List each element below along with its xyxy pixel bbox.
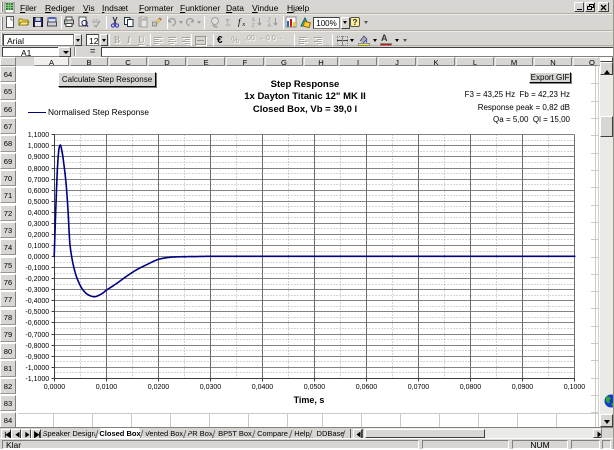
svg-text:0,0900: 0,0900 — [512, 384, 534, 391]
svg-text:-0,2000: -0,2000 — [25, 276, 49, 283]
svg-text:0,2000: 0,2000 — [28, 232, 50, 239]
svg-text:Time, s: Time, s — [294, 395, 325, 405]
svg-text:0,4000: 0,4000 — [28, 210, 50, 217]
svg-text:-0,6000: -0,6000 — [25, 320, 49, 327]
svg-text:0,8000: 0,8000 — [28, 166, 50, 173]
svg-text:0,0100: 0,0100 — [96, 384, 118, 391]
svg-text:0,0300: 0,0300 — [200, 384, 222, 391]
svg-text:0,0800: 0,0800 — [460, 384, 482, 391]
svg-text:0,0400: 0,0400 — [252, 384, 274, 391]
svg-text:1,0000: 1,0000 — [28, 143, 50, 150]
svg-text:0,5000: 0,5000 — [28, 199, 50, 206]
svg-text:0,0600: 0,0600 — [356, 384, 378, 391]
svg-text:0,0000: 0,0000 — [44, 384, 66, 391]
svg-text:-0,8000: -0,8000 — [25, 343, 49, 350]
svg-text:0,0700: 0,0700 — [408, 384, 430, 391]
svg-text:0,1000: 0,1000 — [28, 243, 50, 250]
svg-text:1,1000: 1,1000 — [28, 132, 50, 139]
svg-text:Σ: Σ — [226, 18, 231, 28]
svg-text:0,3000: 0,3000 — [28, 221, 50, 228]
svg-text:Z: Z — [252, 23, 256, 28]
svg-text:-1,0000: -1,0000 — [25, 365, 49, 372]
svg-text:-0,5000: -0,5000 — [25, 309, 49, 316]
svg-text:-0,3000: -0,3000 — [25, 287, 49, 294]
svg-text:?: ? — [353, 18, 358, 27]
svg-text:-0,4000: -0,4000 — [25, 298, 49, 305]
svg-text:-0,7000: -0,7000 — [25, 332, 49, 339]
svg-text:0,0500: 0,0500 — [304, 384, 326, 391]
svg-text:f: f — [238, 17, 242, 27]
svg-text:0,0200: 0,0200 — [148, 384, 170, 391]
svg-text:-1,1000: -1,1000 — [25, 376, 49, 383]
svg-text:x: x — [242, 22, 246, 28]
svg-text:-0,9000: -0,9000 — [25, 354, 49, 361]
svg-text:-0,1000: -0,1000 — [25, 265, 49, 272]
svg-text:0,6000: 0,6000 — [28, 188, 50, 195]
svg-text:0,7000: 0,7000 — [28, 177, 50, 184]
svg-text:A: A — [268, 23, 272, 28]
svg-text:0,9000: 0,9000 — [28, 154, 50, 161]
svg-text:0,0000: 0,0000 — [28, 254, 50, 261]
svg-text:0,1000: 0,1000 — [564, 384, 586, 391]
